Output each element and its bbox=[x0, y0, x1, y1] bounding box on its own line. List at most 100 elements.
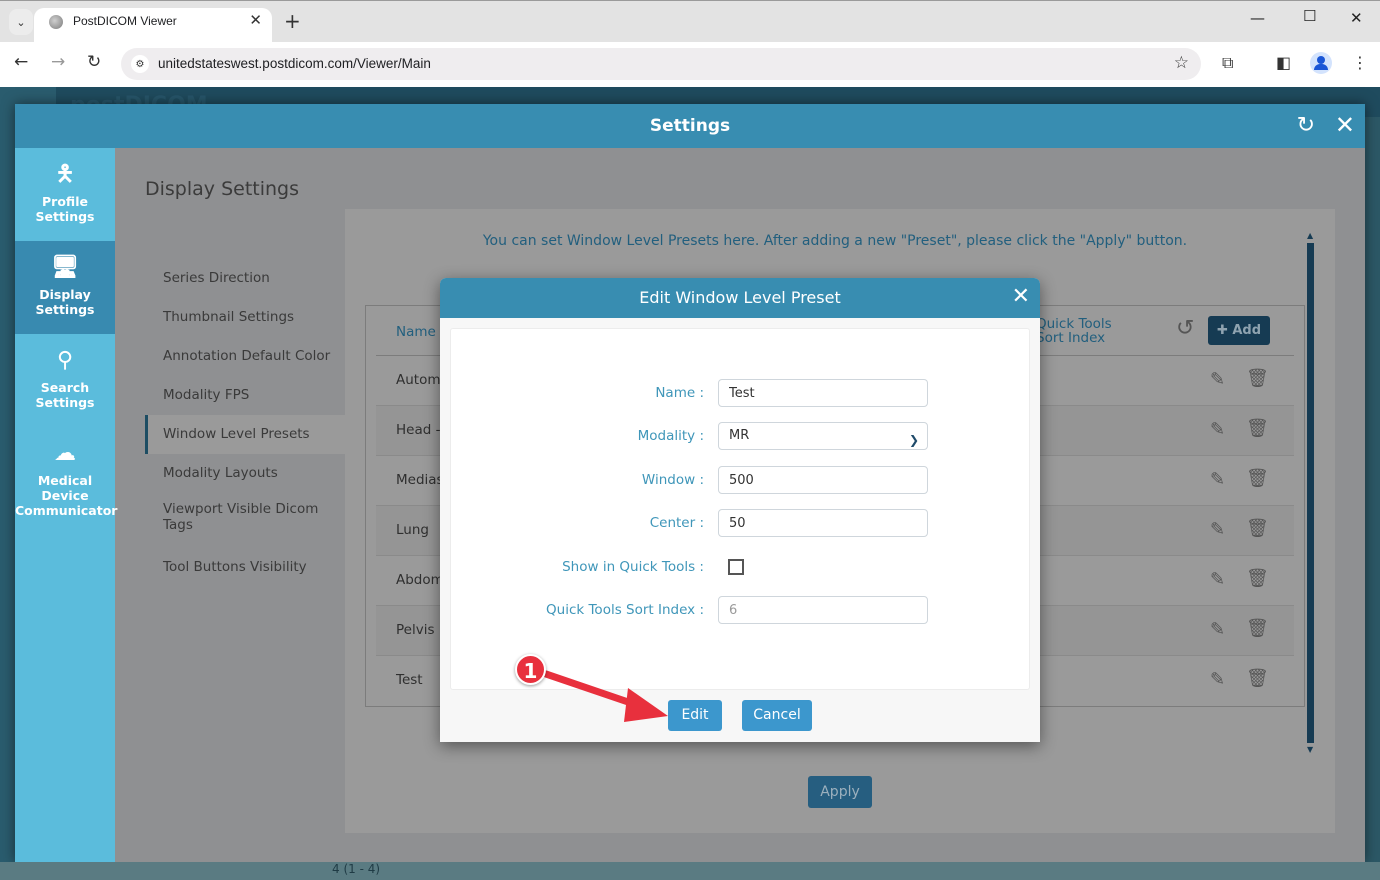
browser-menu-icon[interactable]: ⋮ bbox=[1352, 53, 1368, 72]
add-label: Add bbox=[1232, 323, 1262, 338]
sub-nav-window-level-presets[interactable]: Window Level Presets bbox=[145, 415, 345, 454]
monitor-gear-icon: 🖥 bbox=[51, 255, 79, 280]
show-in-quick-tools-label: Show in Quick Tools : bbox=[562, 559, 704, 575]
window-close-icon[interactable]: ✕ bbox=[1350, 9, 1363, 27]
side-nav-medical-device-communicator[interactable]: ☁ Medical Device Communicator bbox=[15, 427, 117, 520]
extensions-icon[interactable]: ⧉ bbox=[1222, 53, 1233, 73]
browser-tab[interactable]: PostDICOM Viewer ✕ bbox=[34, 8, 272, 43]
center-input[interactable] bbox=[718, 509, 928, 537]
info-text: You can set Window Level Presets here. A… bbox=[482, 233, 1188, 249]
trash-icon[interactable]: 🗑 bbox=[1246, 418, 1269, 439]
browser-tabstrip: ⌄ PostDICOM Viewer ✕ + — ☐ ✕ bbox=[0, 0, 1380, 43]
sub-nav-modality-layouts[interactable]: Modality Layouts bbox=[145, 454, 345, 493]
trash-icon[interactable]: 🗑 bbox=[1246, 568, 1269, 589]
edit-icon[interactable]: ✎ bbox=[1210, 669, 1225, 690]
favicon-icon bbox=[49, 15, 63, 29]
trash-icon[interactable]: 🗑 bbox=[1246, 368, 1269, 389]
settings-title: Settings bbox=[649, 116, 731, 136]
display-settings-sub-nav: Series Direction Thumbnail Settings Anno… bbox=[145, 259, 345, 587]
modality-row: Modality : MR ❯ bbox=[451, 422, 1031, 450]
show-in-quick-tools-checkbox[interactable] bbox=[728, 559, 744, 575]
preset-name: Head - bbox=[396, 422, 441, 438]
center-row: Center : bbox=[451, 509, 1031, 537]
reset-presets-icon[interactable]: ↺ bbox=[1176, 316, 1194, 341]
edit-icon[interactable]: ✎ bbox=[1210, 519, 1225, 540]
trash-icon[interactable]: 🗑 bbox=[1246, 468, 1269, 489]
add-preset-button[interactable]: ✚ Add bbox=[1208, 316, 1270, 345]
center-label: Center : bbox=[649, 515, 704, 531]
maximize-icon[interactable]: ☐ bbox=[1303, 7, 1316, 25]
chevron-down-icon: ❯ bbox=[908, 433, 919, 447]
trash-icon[interactable]: 🗑 bbox=[1246, 618, 1269, 639]
minimize-icon[interactable]: — bbox=[1250, 9, 1265, 27]
side-nav-profile-settings[interactable]: 🯅 Profile Settings bbox=[15, 148, 115, 241]
side-panel-icon[interactable]: ◧ bbox=[1276, 53, 1291, 72]
reload-icon[interactable]: ↻ bbox=[87, 52, 101, 72]
sub-nav-series-direction[interactable]: Series Direction bbox=[145, 259, 345, 298]
window-row: Window : bbox=[451, 466, 1031, 494]
side-nav-search-settings[interactable]: ⚲ Search Settings bbox=[15, 334, 115, 427]
back-icon[interactable]: ← bbox=[14, 52, 28, 72]
search-gear-icon: ⚲ bbox=[56, 348, 74, 373]
column-header-quick-tools-sort-index: Quick Tools Sort Index bbox=[1036, 317, 1112, 345]
modality-value: MR bbox=[729, 428, 750, 443]
settings-reset-icon[interactable]: ↻ bbox=[1297, 113, 1315, 138]
new-tab-icon[interactable]: + bbox=[284, 9, 301, 33]
sub-nav-annotation-default-color[interactable]: Annotation Default Color bbox=[145, 337, 345, 376]
sub-nav-viewport-visible-dicom-tags[interactable]: Viewport Visible Dicom Tags bbox=[145, 493, 345, 548]
window-input[interactable] bbox=[718, 466, 928, 494]
forward-icon[interactable]: → bbox=[51, 52, 65, 72]
content-title: Display Settings bbox=[145, 178, 300, 200]
preset-name: Abdom bbox=[396, 572, 444, 588]
sub-nav-modality-fps[interactable]: Modality FPS bbox=[145, 376, 345, 415]
settings-close-icon[interactable]: ✕ bbox=[1335, 111, 1355, 139]
sub-nav-tool-buttons-visibility[interactable]: Tool Buttons Visibility bbox=[145, 548, 345, 587]
cancel-button[interactable]: Cancel bbox=[742, 700, 812, 731]
side-nav-label: Search bbox=[40, 380, 90, 395]
tab-close-icon[interactable]: ✕ bbox=[249, 11, 262, 29]
person-icon: 🯅 bbox=[55, 162, 75, 187]
edit-icon[interactable]: ✎ bbox=[1210, 369, 1225, 390]
window-label: Window : bbox=[641, 472, 704, 488]
edit-icon[interactable]: ✎ bbox=[1210, 569, 1225, 590]
profile-avatar[interactable] bbox=[1310, 52, 1332, 74]
preset-name: Test bbox=[396, 672, 423, 688]
modality-select[interactable]: MR ❯ bbox=[718, 422, 928, 450]
column-header-line: Sort Index bbox=[1036, 330, 1106, 346]
scroll-down-arrow-icon[interactable]: ▼ bbox=[1307, 745, 1313, 754]
avatar-head bbox=[1317, 56, 1325, 64]
edit-icon[interactable]: ✎ bbox=[1210, 619, 1225, 640]
trash-icon[interactable]: 🗑 bbox=[1246, 518, 1269, 539]
name-row: Name : bbox=[451, 379, 1031, 407]
name-label: Name : bbox=[655, 385, 704, 401]
address-bar[interactable]: ⚙ unitedstateswest.postdicom.com/Viewer/… bbox=[121, 48, 1201, 80]
preset-name: Lung bbox=[396, 522, 429, 538]
bookmark-star-icon[interactable]: ☆ bbox=[1174, 53, 1189, 73]
sort-index-row: Quick Tools Sort Index : bbox=[451, 596, 1031, 624]
modal-close-icon[interactable]: ✕ bbox=[1012, 284, 1030, 309]
name-input[interactable] bbox=[718, 379, 928, 407]
tab-title: PostDICOM Viewer bbox=[73, 14, 177, 28]
arrow-head bbox=[624, 688, 668, 722]
side-nav-label: Settings bbox=[35, 302, 95, 317]
arrow-shaft bbox=[542, 670, 644, 710]
edit-icon[interactable]: ✎ bbox=[1210, 469, 1225, 490]
apply-button[interactable]: Apply bbox=[808, 776, 872, 808]
side-nav-label: Settings bbox=[35, 209, 95, 224]
trash-icon[interactable]: 🗑 bbox=[1246, 668, 1269, 689]
cloud-upload-icon: ☁ bbox=[54, 441, 76, 466]
step-badge: 1 bbox=[515, 654, 546, 685]
url-text: unitedstateswest.postdicom.com/Viewer/Ma… bbox=[158, 56, 431, 71]
sort-index-label: Quick Tools Sort Index : bbox=[546, 602, 704, 618]
annotation-arrow bbox=[542, 670, 668, 722]
site-info-icon[interactable]: ⚙ bbox=[131, 55, 149, 73]
tab-search-button[interactable]: ⌄ bbox=[9, 9, 33, 35]
side-nav-display-settings[interactable]: 🖥 Display Settings bbox=[15, 241, 115, 334]
chevron-down-icon: ⌄ bbox=[16, 15, 26, 29]
edit-icon[interactable]: ✎ bbox=[1210, 419, 1225, 440]
modal-title: Edit Window Level Preset bbox=[639, 288, 841, 307]
scroll-up-arrow-icon[interactable]: ▲ bbox=[1307, 231, 1313, 240]
scrollbar-thumb[interactable] bbox=[1307, 243, 1314, 743]
sub-nav-thumbnail-settings[interactable]: Thumbnail Settings bbox=[145, 298, 345, 337]
side-nav-label: Medical Device bbox=[37, 473, 93, 503]
